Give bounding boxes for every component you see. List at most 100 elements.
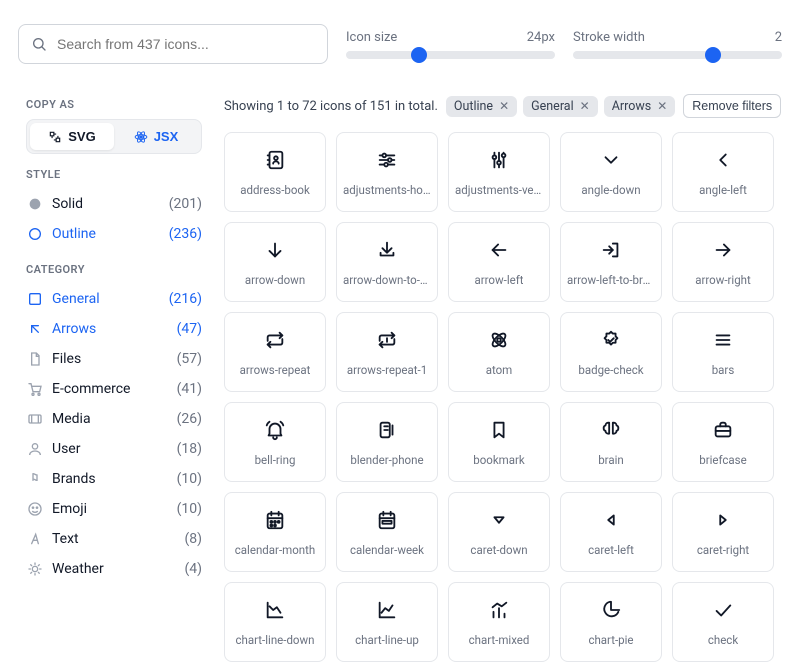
category-icon	[26, 470, 44, 488]
category-icon	[26, 380, 44, 398]
icon-card-atom[interactable]: atom	[448, 312, 550, 392]
icon-card-briefcase[interactable]: briefcase	[672, 402, 774, 482]
icon-label: chart-line-up	[355, 633, 419, 647]
icon-card-arrow-left[interactable]: arrow-left	[448, 222, 550, 302]
blender-phone-icon	[376, 417, 398, 443]
stroke-width-thumb[interactable]	[705, 47, 721, 63]
icon-card-bookmark[interactable]: bookmark	[448, 402, 550, 482]
icon-card-bars[interactable]: bars	[672, 312, 774, 392]
icon-card-chart-line-down[interactable]: chart-line-down	[224, 582, 326, 662]
icon-card-calendar-week[interactable]: calendar-week	[336, 492, 438, 572]
icon-card-address-book[interactable]: address-book	[224, 132, 326, 212]
icon-card-arrow-right[interactable]: arrow-right	[672, 222, 774, 302]
icon-card-check[interactable]: check	[672, 582, 774, 662]
icon-label: arrows-repeat-1	[347, 363, 427, 377]
icon-card-arrow-down-to-bracket[interactable]: arrow-down-to-bracket	[336, 222, 438, 302]
arrows-repeat-1-icon	[376, 327, 398, 353]
icon-grid: address-book adjustments-horizontal adjust…	[224, 132, 782, 662]
icon-label: blender-phone	[350, 453, 423, 467]
sidebar: COPY AS SVG JSX STYLE Solid(201)Outline(…	[0, 84, 220, 662]
category-icon	[26, 410, 44, 428]
icon-card-badge-check[interactable]: badge-check	[560, 312, 662, 392]
category-arrows[interactable]: Arrows(47)	[26, 314, 202, 344]
arrow-down-icon	[264, 237, 286, 263]
icon-size-value: 24px	[527, 30, 555, 45]
arrow-left-to-bracket-icon	[600, 237, 622, 263]
search-box[interactable]	[18, 24, 328, 64]
icon-card-adjustments-horizontal[interactable]: adjustments-horizontal	[336, 132, 438, 212]
caret-left-icon	[600, 507, 622, 533]
icon-label: arrow-down-to-bracket	[343, 273, 431, 287]
arrow-down-to-bracket-icon	[376, 237, 398, 263]
icon-label: chart-line-down	[236, 633, 315, 647]
filter-chip-outline[interactable]: Outline✕	[446, 96, 517, 117]
icon-label: arrow-left	[475, 273, 524, 287]
category-icon	[26, 530, 44, 548]
icon-card-chart-mixed[interactable]: chart-mixed	[448, 582, 550, 662]
search-icon	[31, 36, 47, 52]
icon-card-calendar-month[interactable]: calendar-month	[224, 492, 326, 572]
icon-card-arrows-repeat-1[interactable]: arrows-repeat-1	[336, 312, 438, 392]
category-media[interactable]: Media(26)	[26, 404, 202, 434]
circle-outline-icon	[26, 225, 44, 243]
category-general[interactable]: General(216)	[26, 284, 202, 314]
icon-label: adjustments-horizontal	[343, 183, 431, 197]
stroke-width-track[interactable]	[573, 51, 782, 59]
icon-card-arrow-down[interactable]: arrow-down	[224, 222, 326, 302]
category-emoji[interactable]: Emoji(10)	[26, 494, 202, 524]
chart-mixed-icon	[488, 597, 510, 623]
stroke-width-slider[interactable]: Stroke width 2	[573, 30, 782, 59]
calendar-month-icon	[264, 507, 286, 533]
category-user[interactable]: User(18)	[26, 434, 202, 464]
chart-line-up-icon	[376, 597, 398, 623]
calendar-week-icon	[376, 507, 398, 533]
icon-card-chart-line-up[interactable]: chart-line-up	[336, 582, 438, 662]
search-input[interactable]	[55, 35, 315, 53]
angle-down-icon	[600, 147, 622, 173]
icon-card-adjustments-vertical[interactable]: adjustments-vertical	[448, 132, 550, 212]
category-weather[interactable]: Weather(4)	[26, 554, 202, 584]
copy-as-jsx-button[interactable]: JSX	[114, 123, 198, 150]
category-brands[interactable]: Brands(10)	[26, 464, 202, 494]
icon-card-caret-left[interactable]: caret-left	[560, 492, 662, 572]
filter-chip-arrows[interactable]: Arrows✕	[604, 96, 676, 117]
arrows-repeat-icon	[264, 327, 286, 353]
topbar: Icon size 24px Stroke width 2	[0, 0, 800, 84]
icon-card-angle-left[interactable]: angle-left	[672, 132, 774, 212]
category-files[interactable]: Files(57)	[26, 344, 202, 374]
filter-chip-general[interactable]: General✕	[523, 96, 598, 117]
icon-label: calendar-week	[350, 543, 424, 557]
category-icon	[26, 440, 44, 458]
icon-card-caret-right[interactable]: caret-right	[672, 492, 774, 572]
icon-label: angle-down	[581, 183, 640, 197]
style-option-solid[interactable]: Solid(201)	[26, 189, 202, 219]
category-icon	[26, 500, 44, 518]
remove-filters-button[interactable]: Remove filters	[683, 94, 781, 118]
check-icon	[712, 597, 734, 623]
bookmark-icon	[488, 417, 510, 443]
icon-label: caret-left	[588, 543, 634, 557]
icon-card-angle-down[interactable]: angle-down	[560, 132, 662, 212]
icon-card-brain[interactable]: brain	[560, 402, 662, 482]
icon-card-arrows-repeat[interactable]: arrows-repeat	[224, 312, 326, 392]
icon-label: bookmark	[473, 453, 524, 467]
icon-size-track[interactable]	[346, 51, 555, 59]
category-text[interactable]: Text(8)	[26, 524, 202, 554]
icon-label: badge-check	[578, 363, 643, 377]
icon-label: bell-ring	[255, 453, 296, 467]
category-icon	[26, 290, 44, 308]
copy-as-svg-button[interactable]: SVG	[30, 123, 114, 150]
icon-card-bell-ring[interactable]: bell-ring	[224, 402, 326, 482]
category-e-commerce[interactable]: E-commerce(41)	[26, 374, 202, 404]
icon-label: address-book	[240, 183, 310, 197]
icon-card-blender-phone[interactable]: blender-phone	[336, 402, 438, 482]
icon-card-arrow-left-to-bracket[interactable]: arrow-left-to-bracket	[560, 222, 662, 302]
icon-card-caret-down[interactable]: caret-down	[448, 492, 550, 572]
style-option-outline[interactable]: Outline(236)	[26, 219, 202, 249]
brain-icon	[600, 417, 622, 443]
icon-size-slider[interactable]: Icon size 24px	[346, 30, 555, 59]
icon-size-thumb[interactable]	[411, 47, 427, 63]
icon-card-chart-pie[interactable]: chart-pie	[560, 582, 662, 662]
icon-label: atom	[486, 363, 513, 377]
content: Showing 1 to 72 icons of 151 in total. O…	[220, 84, 800, 662]
